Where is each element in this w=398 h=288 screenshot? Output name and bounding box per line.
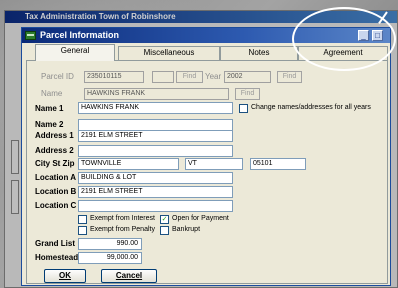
exempt-interest-checkbox[interactable]: [78, 215, 87, 224]
background-window-title: Tax Administration Town of Robinshore: [25, 12, 176, 21]
background-edge-mark: [11, 180, 19, 214]
change-all-years-label: Change names/addresses for all years: [251, 104, 371, 111]
background-edge-mark: [11, 140, 19, 174]
homestead-field[interactable]: 99,000.00: [78, 252, 142, 264]
tab-miscellaneous[interactable]: Miscellaneous: [118, 46, 220, 60]
address1-field[interactable]: 2191 ELM STREET: [78, 130, 233, 142]
open-for-payment-checkbox[interactable]: ✓: [160, 215, 169, 224]
find-year-button[interactable]: Find: [277, 71, 302, 83]
grand-list-field[interactable]: 990.00: [78, 238, 142, 250]
find-parcel-button[interactable]: Find: [176, 71, 203, 83]
city-state-zip-label: City St Zip: [35, 159, 75, 168]
tab-notes[interactable]: Notes: [220, 46, 298, 60]
cancel-button-label: Cancel: [115, 271, 143, 280]
cancel-button[interactable]: Cancel: [101, 269, 157, 283]
tab-general[interactable]: General: [35, 44, 115, 61]
bankrupt-label: Bankrupt: [172, 226, 201, 233]
app-icon: [25, 31, 36, 40]
parcel-id-label: Parcel ID: [41, 72, 74, 81]
exempt-penalty-label: Exempt from Penalty: [90, 226, 155, 233]
parcel-id-suffix-field[interactable]: [152, 71, 174, 83]
name1-label: Name 1: [35, 104, 64, 113]
highlight-ellipse-annotation: [292, 7, 396, 71]
zip-field[interactable]: 05101: [250, 158, 306, 170]
name-field[interactable]: HAWKINS FRANK: [84, 88, 229, 100]
ok-button[interactable]: OK: [44, 269, 86, 283]
homestead-label: Homestead: [35, 253, 79, 262]
name2-label: Name 2: [35, 120, 64, 129]
location-a-label: Location A: [35, 173, 77, 182]
year-label: Year: [205, 72, 222, 81]
address1-label: Address 1: [35, 131, 74, 140]
name-label: Name: [41, 89, 63, 98]
address2-field[interactable]: [78, 145, 233, 157]
location-a-field[interactable]: BUILDING & LOT: [78, 172, 233, 184]
location-c-label: Location C: [35, 201, 77, 210]
grand-list-label: Grand List: [35, 239, 76, 248]
address2-label: Address 2: [35, 146, 74, 155]
name1-field[interactable]: HAWKINS FRANK: [78, 102, 233, 114]
year-field[interactable]: 2002: [224, 71, 271, 83]
state-field[interactable]: VT: [185, 158, 243, 170]
find-name-button[interactable]: Find: [235, 88, 260, 100]
dialog-title: Parcel Information: [40, 30, 120, 40]
location-b-label: Location B: [35, 187, 77, 196]
city-field[interactable]: TOWNVILLE: [78, 158, 179, 170]
bankrupt-checkbox[interactable]: [160, 226, 169, 235]
exempt-penalty-checkbox[interactable]: [78, 226, 87, 235]
parcel-id-field[interactable]: 235010115: [84, 71, 144, 83]
location-b-field[interactable]: 2191 ELM STREET: [78, 186, 233, 198]
change-all-years-checkbox[interactable]: [239, 104, 248, 113]
open-for-payment-label: Open for Payment: [172, 215, 229, 222]
exempt-interest-label: Exempt from Interest: [90, 215, 155, 222]
location-c-field[interactable]: [78, 200, 233, 212]
ok-button-label: OK: [59, 271, 71, 280]
